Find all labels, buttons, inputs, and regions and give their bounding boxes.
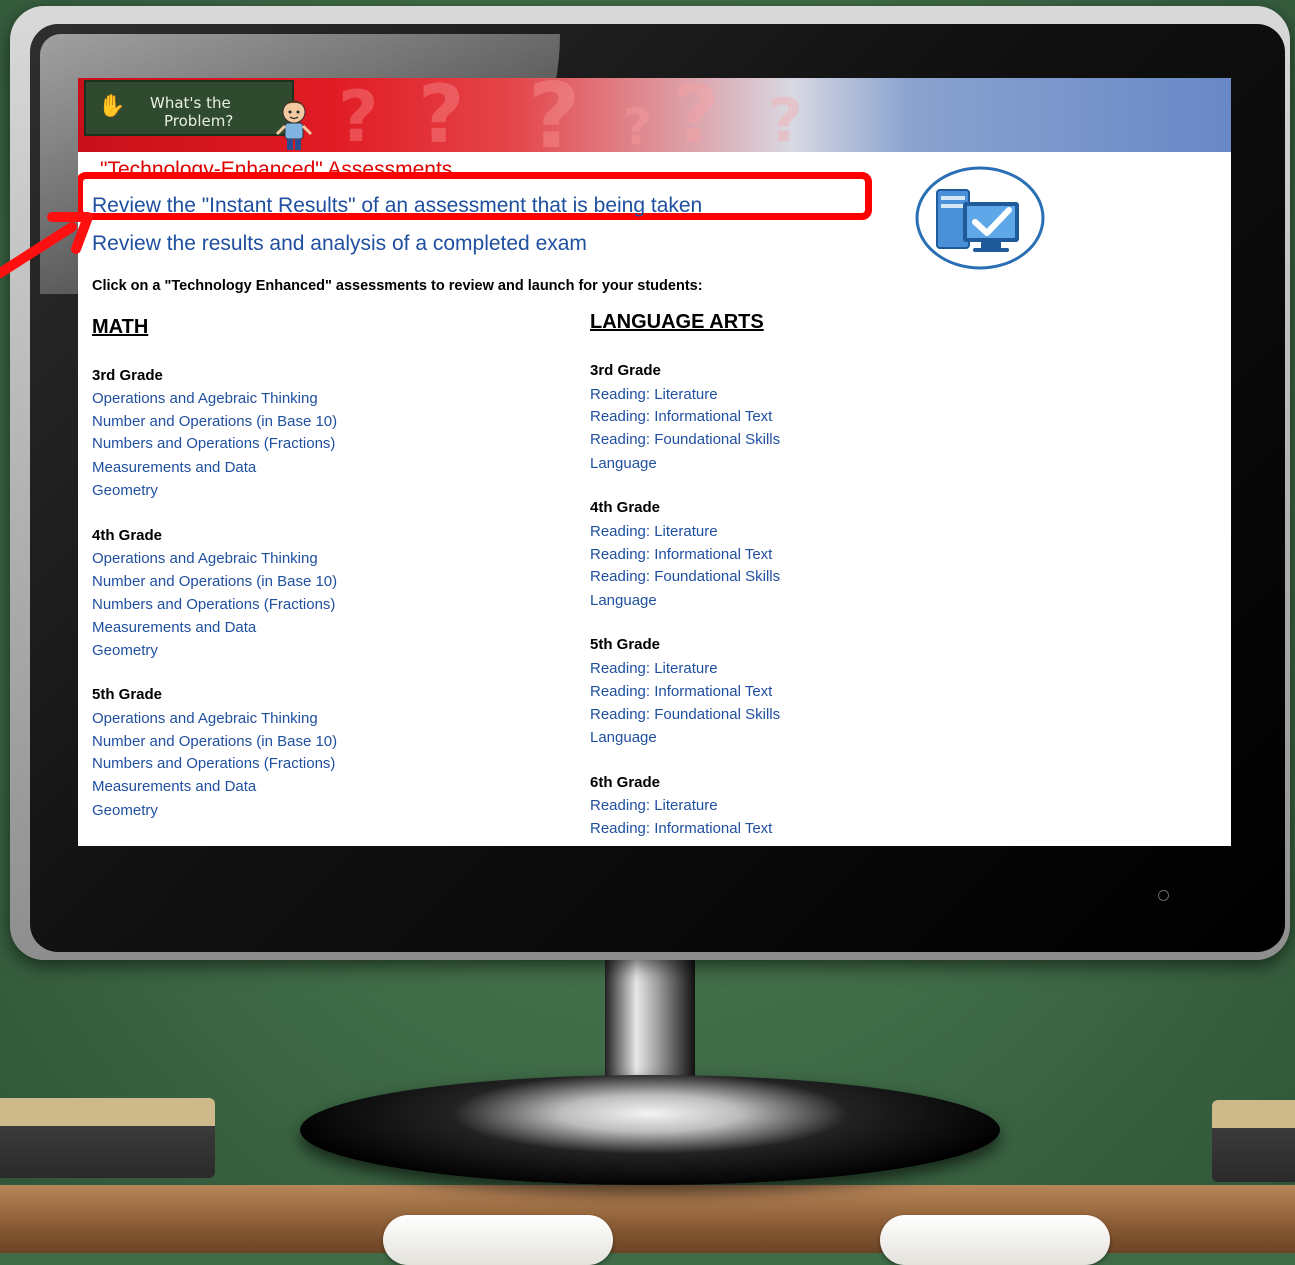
power-indicator-icon — [1158, 890, 1169, 901]
math-topic-link[interactable]: Measurements and Data — [92, 619, 256, 636]
la-topic-link[interactable]: Reading: Literature — [590, 386, 718, 403]
la-topic-link[interactable]: Language — [590, 729, 657, 746]
math-topic-link[interactable]: Geometry — [92, 482, 158, 499]
la-topic-link[interactable]: Reading: Foundational Skills — [590, 431, 780, 448]
instant-results-link[interactable]: Review the "Instant Results" of an asses… — [92, 194, 702, 218]
la-topic-link[interactable]: Reading: Informational Text — [590, 408, 772, 425]
math-topic-link[interactable]: Measurements and Data — [92, 778, 256, 795]
question-mark-icon: ? — [418, 78, 465, 161]
la-topic-link[interactable]: Reading: Literature — [590, 523, 718, 540]
question-mark-icon: ? — [338, 78, 379, 158]
language-arts-section-title: LANGUAGE ARTS — [590, 311, 764, 333]
question-mark-icon: ? — [528, 78, 581, 169]
la-topic-link[interactable]: Language — [590, 592, 657, 609]
la-topic-link[interactable]: Reading: Literature — [590, 797, 718, 814]
header-banner: ? ? ? ? ? ? ✋ What's the Problem? — [78, 78, 1231, 169]
la-topic-link[interactable]: Reading: Foundational Skills — [590, 568, 780, 585]
math-topic-link[interactable]: Number and Operations (in Base 10) — [92, 733, 337, 750]
math-topic-link[interactable]: Operations and Agebraic Thinking — [92, 550, 318, 567]
math-grade-title: 3rd Grade — [92, 367, 163, 384]
eraser-right — [1212, 1100, 1295, 1182]
completed-exam-link[interactable]: Review the results and analysis of a com… — [92, 232, 587, 256]
site-logo[interactable]: ✋ What's the Problem? — [84, 80, 294, 136]
monitor-neck — [605, 950, 695, 1090]
question-mark-icon: ? — [768, 86, 803, 156]
math-topic-link[interactable]: Number and Operations (in Base 10) — [92, 573, 337, 590]
question-mark-icon: ? — [673, 78, 720, 161]
la-grade-title: 3rd Grade — [590, 362, 661, 379]
la-topic-link[interactable]: Reading: Informational Text — [590, 546, 772, 563]
question-mark-icon: ? — [623, 98, 653, 156]
la-grade-title: 6th Grade — [590, 774, 661, 791]
hand-icon: ✋ — [98, 94, 126, 119]
math-topic-link[interactable]: Numbers and Operations (Fractions) — [92, 435, 335, 452]
la-topic-link[interactable]: Reading: Informational Text — [590, 820, 772, 837]
math-topic-link[interactable]: Number and Operations (in Base 10) — [92, 413, 337, 430]
math-topic-link[interactable]: Operations and Agebraic Thinking — [92, 390, 318, 407]
math-topic-link[interactable]: Operations and Agebraic Thinking — [92, 710, 318, 727]
page-title: "Technology-Enhanced" Assessments — [100, 158, 453, 172]
la-topic-link[interactable]: Language — [590, 455, 657, 472]
logo-title-line2: Problem? — [164, 112, 234, 130]
math-grade-title: 5th Grade — [92, 686, 163, 703]
math-section-title: MATH — [92, 316, 149, 338]
la-grade-title: 5th Grade — [590, 636, 661, 653]
math-topic-link[interactable]: Measurements and Data — [92, 459, 256, 476]
math-grade-title: 4th Grade — [92, 527, 163, 544]
math-topic-link[interactable]: Numbers and Operations (Fractions) — [92, 755, 335, 772]
math-topic-link[interactable]: Numbers and Operations (Fractions) — [92, 596, 335, 613]
instructions-text: Click on a "Technology Enhanced" assessm… — [92, 278, 703, 294]
eraser-left — [0, 1098, 215, 1178]
logo-title-line1: What's the — [150, 94, 231, 112]
chalk-stick-right — [880, 1215, 1110, 1265]
la-grade-title: 4th Grade — [590, 499, 661, 516]
monitor-stand — [300, 1075, 1000, 1185]
chalk-stick-left — [383, 1215, 613, 1265]
red-pointer-arrow-icon — [0, 212, 93, 278]
math-topic-link[interactable]: Geometry — [92, 642, 158, 659]
la-topic-link[interactable]: Reading: Informational Text — [590, 683, 772, 700]
student-character-icon — [275, 100, 313, 150]
math-topic-link[interactable]: Geometry — [92, 802, 158, 819]
la-topic-link[interactable]: Reading: Literature — [590, 660, 718, 677]
monitor-screen: ? ? ? ? ? ? ✋ What's the Problem? "Techn… — [78, 78, 1231, 846]
computer-checkmark-icon[interactable] — [915, 166, 1045, 270]
la-topic-link[interactable]: Reading: Foundational Skills — [590, 706, 780, 723]
